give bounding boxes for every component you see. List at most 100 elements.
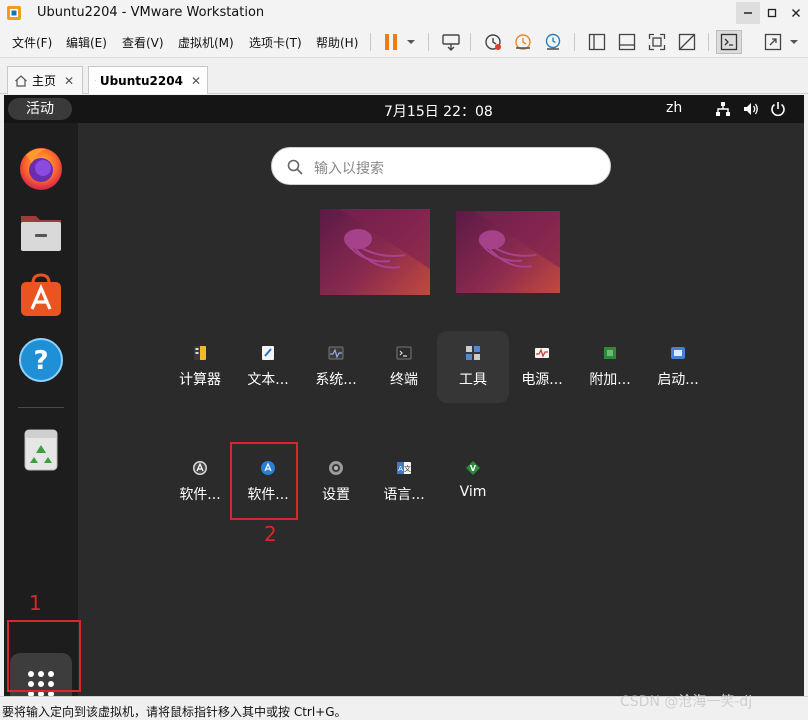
svg-text:V: V: [470, 464, 477, 473]
annotation-marker-2: 2: [264, 522, 277, 546]
terminal-icon: [396, 346, 412, 360]
maximize-icon: [767, 8, 777, 18]
send-ctrl-alt-del-button[interactable]: [438, 30, 464, 54]
app-label: 启动...: [657, 372, 699, 388]
workspace-thumbnail-2[interactable]: [456, 211, 560, 293]
menu-edit[interactable]: 编辑(E): [66, 34, 107, 51]
toolbar-separator: [370, 33, 371, 51]
input-language[interactable]: zh: [666, 100, 682, 116]
language-support-icon: A文: [397, 462, 411, 474]
trash-icon[interactable]: [16, 425, 66, 475]
power-dropdown[interactable]: [402, 30, 420, 54]
toolbar-separator: [470, 33, 471, 51]
show-library-button[interactable]: [584, 30, 610, 54]
text-editor-icon: [262, 346, 274, 360]
app-power-statistics[interactable]: 电源...: [506, 331, 578, 403]
close-icon: [792, 9, 800, 17]
search-bar[interactable]: 输入以搜索: [271, 147, 611, 185]
search-icon: [287, 159, 303, 175]
chevron-down-icon: [407, 40, 415, 44]
menu-toolbar: 文件(F) 编辑(E) 查看(V) 虚拟机(M) 选项卡(T) 帮助(H): [0, 26, 808, 58]
snapshot-manager-button[interactable]: [540, 30, 566, 54]
network-icon[interactable]: [714, 100, 732, 118]
help-icon[interactable]: ?: [16, 335, 66, 385]
menu-tabs[interactable]: 选项卡(T): [249, 34, 302, 51]
search-placeholder: 输入以搜索: [314, 161, 384, 177]
tab-ubuntu2204[interactable]: Ubuntu2204 ✕: [88, 66, 208, 94]
annotation-marker-1: 1: [29, 591, 42, 615]
power-icon[interactable]: [769, 100, 787, 118]
app-label: Vim: [459, 484, 487, 500]
workspace-thumbnail-1[interactable]: [320, 209, 430, 295]
app-settings[interactable]: 设置: [300, 446, 372, 518]
keyboard-icon: [442, 34, 460, 51]
menu-view[interactable]: 查看(V): [122, 34, 164, 51]
toolbar-separator: [708, 33, 709, 51]
settings-icon: [329, 461, 343, 475]
app-terminal[interactable]: 终端: [368, 331, 440, 403]
app-language-support[interactable]: A文 语言...: [368, 446, 440, 518]
files-icon[interactable]: [16, 207, 66, 257]
toolbar-separator: [428, 33, 429, 51]
app-calculator[interactable]: 计算器: [164, 331, 236, 403]
activities-button[interactable]: 活动: [8, 98, 72, 120]
app-text-editor[interactable]: 文本...: [232, 331, 304, 403]
menu-vm[interactable]: 虚拟机(M): [178, 34, 234, 51]
stretch-button[interactable]: [760, 30, 786, 54]
vm-running-icon: [95, 80, 96, 81]
thumbnail-icon: [618, 33, 636, 51]
stretch-dropdown[interactable]: [786, 30, 802, 54]
full-screen-button[interactable]: [644, 30, 670, 54]
svg-text:?: ?: [33, 346, 48, 376]
app-software-updater[interactable]: 软件...: [164, 446, 236, 518]
app-system-monitor[interactable]: 系统...: [300, 331, 372, 403]
vim-icon: V: [466, 461, 480, 475]
library-icon: [588, 33, 606, 51]
utilities-folder-icon: [466, 346, 480, 360]
app-label: 语言...: [383, 487, 425, 503]
maximize-button[interactable]: [760, 2, 784, 24]
close-button[interactable]: [784, 2, 808, 24]
vm-display[interactable]: 活动 7月15日 22：08 zh ? 输入以搜索 计算器 文本... 系统..…: [4, 95, 804, 696]
clock[interactable]: 7月15日 22：08: [384, 101, 493, 121]
software-center-icon[interactable]: [16, 271, 66, 321]
snapshot-button[interactable]: [480, 30, 506, 54]
app-vim[interactable]: V Vim: [437, 446, 509, 518]
jellyfish-wallpaper-icon: [474, 211, 560, 269]
revert-snapshot-icon: [515, 34, 531, 50]
tab-label: 主页: [32, 74, 57, 88]
gnome-top-bar: 活动 7月15日 22：08 zh: [4, 95, 804, 123]
thumbnail-bar-button[interactable]: [614, 30, 640, 54]
console-view-button[interactable]: [716, 30, 742, 54]
unity-icon: [678, 33, 696, 51]
firefox-icon[interactable]: [16, 143, 66, 193]
title-bar: Ubuntu2204 - VMware Workstation: [0, 0, 808, 26]
software-updater-icon: [193, 461, 207, 475]
home-icon: [15, 74, 27, 87]
chevron-down-icon: [790, 40, 798, 44]
svg-text:文: 文: [404, 464, 411, 473]
additional-drivers-icon: [604, 347, 616, 359]
app-startup-disk[interactable]: 启动...: [642, 331, 714, 403]
minimize-button[interactable]: [736, 2, 760, 24]
volume-icon[interactable]: [742, 100, 760, 118]
snapshot-manager-icon: [545, 33, 561, 50]
jellyfish-wallpaper-icon: [340, 209, 430, 269]
power-statistics-icon: [535, 348, 549, 358]
stretch-icon: [764, 33, 782, 51]
close-tab-icon[interactable]: ✕: [191, 74, 201, 88]
app-label: 工具: [459, 372, 487, 388]
menu-file[interactable]: 文件(F): [12, 34, 52, 51]
unity-button[interactable]: [674, 30, 700, 54]
app-additional-drivers[interactable]: 附加...: [574, 331, 646, 403]
revert-snapshot-button[interactable]: [510, 30, 536, 54]
suspend-button[interactable]: [378, 30, 404, 54]
snapshot-icon: [485, 34, 501, 50]
menu-help[interactable]: 帮助(H): [316, 34, 358, 51]
app-folder-utilities[interactable]: 工具: [437, 331, 509, 403]
startup-disk-icon: [671, 347, 685, 359]
dock-separator: [18, 407, 64, 408]
app-label: 终端: [390, 372, 418, 388]
tab-home[interactable]: 主页 ✕: [7, 66, 83, 94]
close-tab-icon[interactable]: ✕: [64, 74, 74, 88]
